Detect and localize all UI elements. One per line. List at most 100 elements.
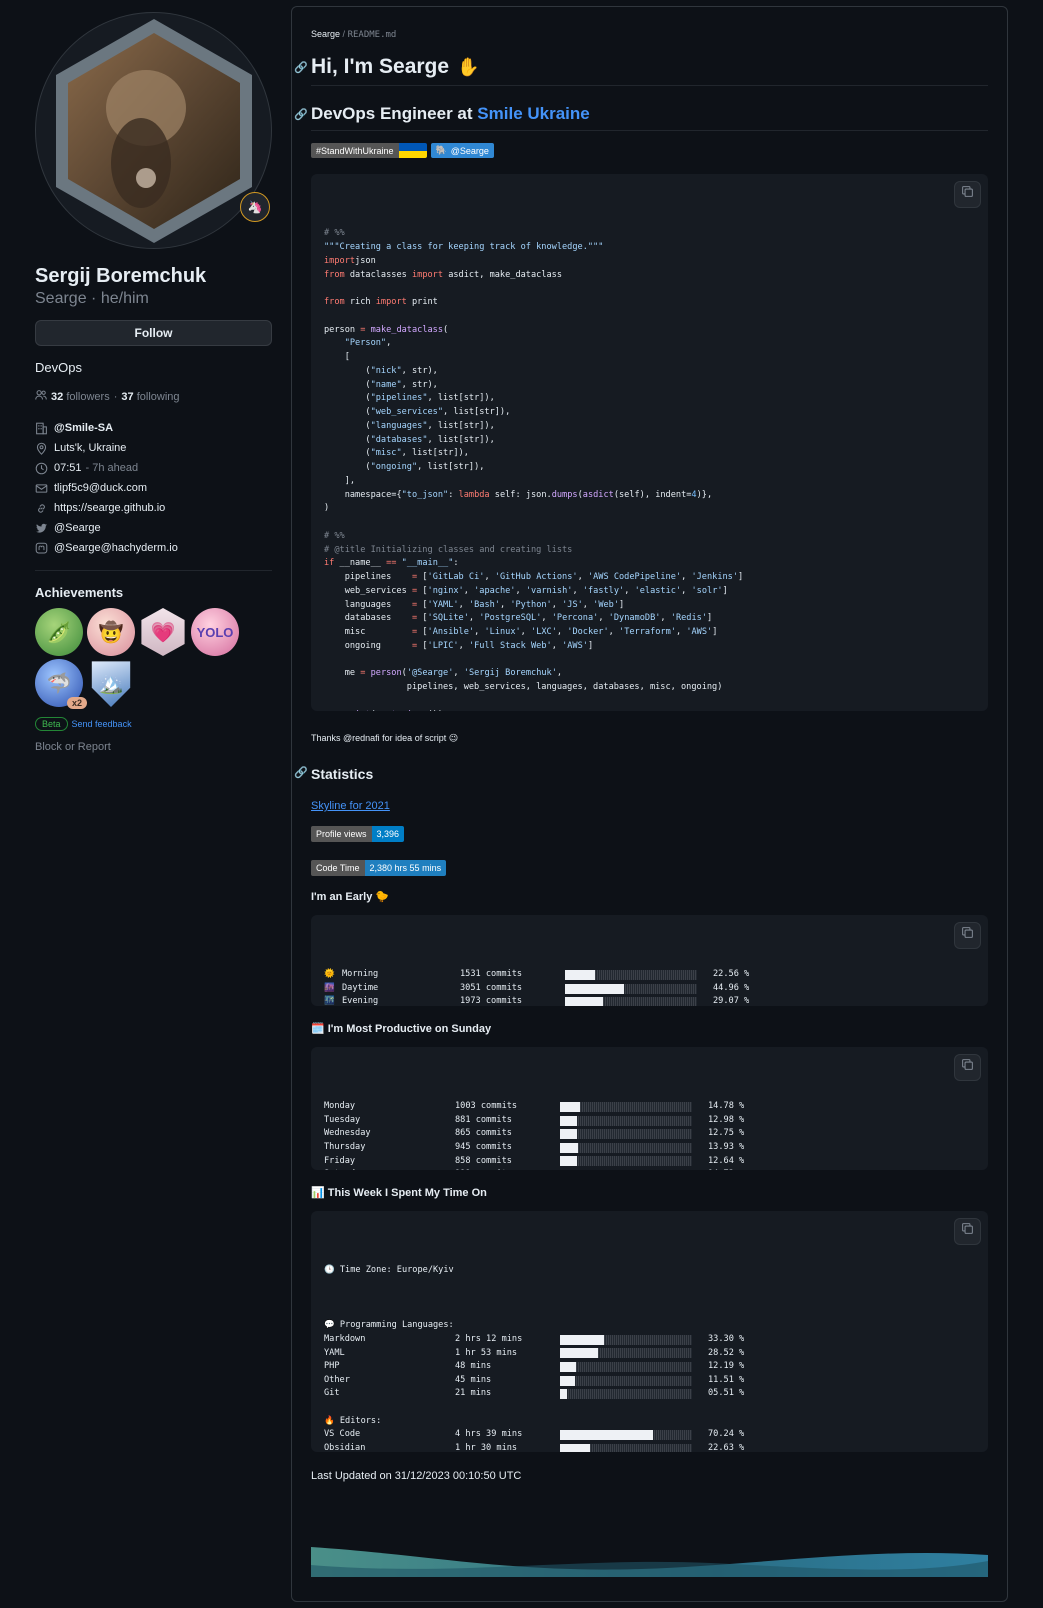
code-token: # @title Initializing classes and creati…: [324, 544, 573, 555]
code-token: [: [417, 585, 428, 596]
skyline-row: Skyline for 2021: [311, 796, 988, 812]
progress-bar-fill: [560, 1443, 590, 1452]
code-token: me: [324, 668, 361, 679]
stat-row: Obsidian 1 hr 30 mins 22.63 %: [324, 1442, 975, 1452]
stat-row: Markdown 2 hrs 12 mins 33.30 %: [324, 1333, 975, 1347]
stand-with-ukraine-label: #StandWithUkraine: [311, 143, 399, 158]
anchor-link-icon[interactable]: 🔗: [294, 766, 308, 779]
code-line: ("pipelines", list[str]),: [324, 392, 975, 406]
code-token: 'solr': [691, 585, 723, 596]
code-token: , str),: [401, 379, 438, 390]
code-line: "Person",: [324, 337, 975, 351]
subheading-prefix: DevOps Engineer at: [311, 104, 473, 123]
code-line: ("languages", list[str]),: [324, 420, 975, 434]
code-token: "misc": [370, 448, 402, 459]
email-link[interactable]: tlipf5c9@duck.com: [54, 482, 147, 494]
status-emoji-icon[interactable]: 🦄: [240, 192, 270, 222]
code-token: [: [324, 352, 350, 362]
code-token: web_services: [324, 585, 412, 596]
code-line: ): [324, 502, 975, 516]
code-token: ,: [551, 640, 563, 651]
stat-name: Other: [324, 1374, 350, 1385]
block-report-link[interactable]: Block or Report: [35, 741, 272, 753]
stat-percent: 12.75 %: [708, 1128, 745, 1139]
skyline-link[interactable]: Skyline for 2021: [311, 800, 390, 812]
twitter-link[interactable]: @Searge: [54, 522, 101, 534]
anchor-link-icon[interactable]: 🔗: [294, 108, 308, 121]
stat-time: 48 mins: [455, 1361, 492, 1372]
breadcrumb-separator: /: [342, 29, 346, 39]
send-feedback-link[interactable]: Send feedback: [72, 719, 132, 729]
following-link[interactable]: 37 following: [121, 391, 179, 403]
progress-bar-fill: [565, 997, 604, 1006]
week-rows: 💬 Programming Languages: Markdown 2 hrs 12…: [324, 1306, 975, 1452]
stand-with-ukraine-badge[interactable]: #StandWithUkraine: [311, 143, 427, 158]
pair-extraordinaire-badge-icon[interactable]: 🫛: [35, 608, 83, 656]
vcard-details: @Smile-SA Luts'k, Ukraine 07:51 - 7h ahe…: [35, 418, 272, 558]
time-of-day-rows: 🌞 Morning 1531 commits 22.56 % 🌆 Daytime 3051 …: [324, 968, 975, 1006]
code-token: 'AWS': [686, 627, 713, 637]
stat-commits: 865 commits: [455, 1128, 512, 1139]
progress-bar: [560, 1389, 692, 1400]
people-icon: [35, 389, 47, 404]
website-link[interactable]: https://searge.github.io: [54, 502, 165, 514]
code-line: from dataclasses import asdict, make_dat…: [324, 269, 975, 283]
code-token: ()): [428, 710, 444, 712]
code-time-row: Code Time 2,380 hrs 55 mins: [311, 858, 988, 876]
readme-panel: Searge / README.md 🔗 Hi, I'm Searge ✋ 🔗 …: [291, 6, 1008, 1602]
mastodon-badge[interactable]: 🐘 @Searge: [430, 143, 494, 158]
code-time-badge[interactable]: Code Time 2,380 hrs 55 mins: [311, 860, 447, 876]
week-heading: 📊 This Week I Spent My Time On: [311, 1187, 487, 1199]
quickdraw-badge-icon[interactable]: 🤠: [87, 608, 135, 656]
code-token: 'Redis': [670, 613, 707, 624]
avatar[interactable]: [35, 12, 272, 249]
copy-button[interactable]: [954, 922, 981, 949]
mastodon-link[interactable]: @Searge@hachyderm.io: [54, 542, 178, 554]
code-line: ongoing = ['LPIC', 'Full Stack Web', 'AW…: [324, 640, 975, 654]
stats-separator: ·: [113, 390, 118, 403]
progress-bar: [565, 970, 697, 981]
code-token: "web_services": [370, 407, 444, 417]
code-line: namespace={"to_json": lambda self: json.…: [324, 489, 975, 503]
pull-shark-badge-icon[interactable]: 🦈 x2: [35, 659, 87, 709]
code-token: make_dataclass: [370, 324, 444, 335]
anchor-link-icon[interactable]: 🔗: [294, 61, 308, 74]
time-of-day-icon: 🌆: [324, 982, 335, 993]
code-line: pipelines, web_services, languages, data…: [324, 681, 975, 695]
stat-row: 🌃 Evening 1973 commits 29.07 %: [324, 995, 975, 1006]
code-token: [: [417, 627, 428, 637]
wave-hand-emoji-icon: ✋: [457, 56, 480, 77]
code-token: ,: [463, 585, 475, 596]
smile-ukraine-link[interactable]: Smile Ukraine: [477, 104, 589, 123]
copy-button[interactable]: [954, 1054, 981, 1081]
code-token: to_json: [391, 710, 427, 712]
org-link[interactable]: @Smile-SA: [54, 422, 113, 434]
code-line: pipelines = ['GitLab Ci', 'GitHub Action…: [324, 571, 975, 585]
yolo-badge-icon[interactable]: YOLO: [191, 608, 239, 656]
code-token: 'Terraform': [619, 627, 676, 637]
code-token: json: [355, 255, 376, 266]
code-token: dumps: [551, 489, 578, 500]
code-token: 'LXC': [531, 627, 557, 637]
code-token: 'varnish': [525, 585, 573, 596]
stat-name: Tuesday: [324, 1114, 361, 1125]
progress-bar: [565, 997, 697, 1006]
code-token: "ongoing": [370, 462, 418, 472]
code-token: ongoing: [324, 640, 412, 651]
breadcrumb-user-link[interactable]: Searge: [311, 29, 340, 39]
vcard-mastodon: @Searge@hachyderm.io: [35, 538, 272, 558]
followers-link[interactable]: 32 followers: [51, 391, 110, 403]
follow-button[interactable]: Follow: [35, 320, 272, 346]
copy-button[interactable]: [954, 181, 981, 208]
heart-on-sleeve-badge-icon[interactable]: 💗: [141, 608, 185, 656]
achievements-beta-row: Beta Send feedback: [35, 717, 272, 731]
timezone-line: 🕒 Time Zone: Europe/Kyiv: [324, 1265, 454, 1276]
stat-percent: 12.19 %: [708, 1361, 745, 1372]
code-token: ,: [520, 627, 532, 637]
arctic-code-vault-badge-icon[interactable]: 🏔️: [91, 661, 131, 707]
copy-button[interactable]: [954, 1218, 981, 1245]
profile-views-badge[interactable]: Profile views 3,396: [311, 826, 405, 842]
stat-name: Obsidian: [324, 1442, 366, 1452]
